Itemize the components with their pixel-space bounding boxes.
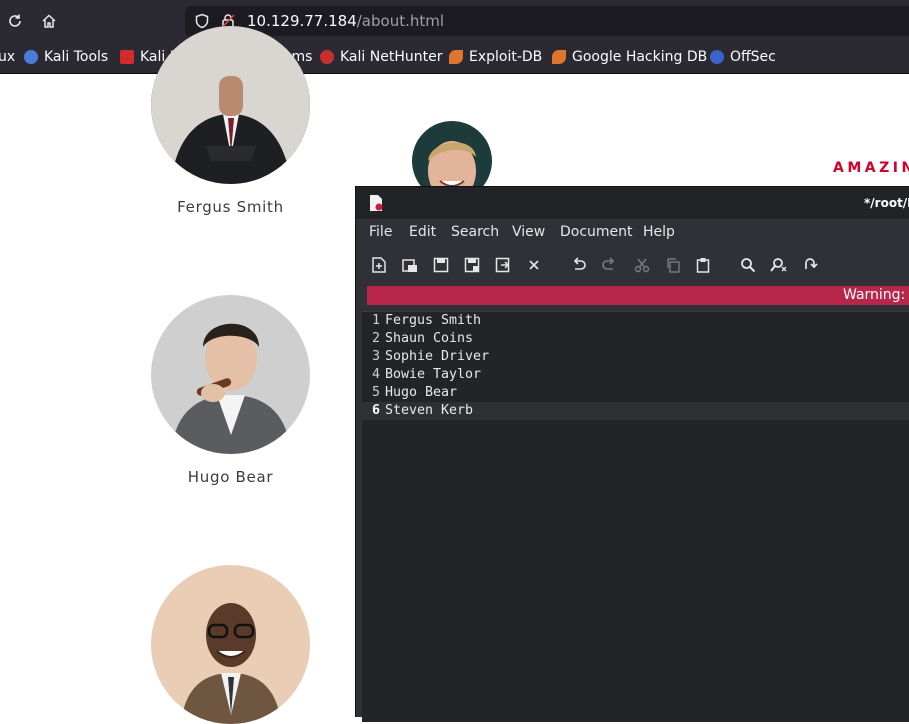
redo-icon[interactable]: [599, 255, 619, 275]
editor-line[interactable]: 4 Bowie Taylor: [362, 366, 909, 384]
editor-line[interactable]: 3 Sophie Driver: [362, 348, 909, 366]
bookmark-label: ux: [0, 49, 16, 65]
bookmark-label: Kali NetHunter: [340, 49, 443, 65]
bookmark-label: Kali Tools: [44, 49, 109, 65]
bookmark-google-hacking-db[interactable]: Google Hacking DB: [552, 47, 707, 67]
bookmark-label: OffSec: [730, 49, 776, 65]
bookmark-ux[interactable]: ux: [0, 47, 15, 67]
kali-nethunter-icon: [320, 50, 334, 64]
menu-file[interactable]: File: [369, 224, 392, 240]
text-editor-window: */root/D File Edit Search View Document …: [355, 186, 909, 722]
menu-document[interactable]: Document: [560, 224, 633, 240]
editor-menubar: File Edit Search View Document Help: [356, 219, 909, 247]
editor-app-icon: [366, 193, 386, 213]
bookmark-label: Exploit-DB: [469, 49, 543, 65]
menu-search[interactable]: Search: [451, 224, 499, 240]
line-number: 3: [372, 349, 381, 364]
line-text[interactable]: Hugo Bear: [385, 384, 457, 402]
new-document-icon[interactable]: [369, 255, 389, 275]
avatar-hugo-bear: [151, 295, 310, 454]
line-number: 5: [372, 385, 381, 400]
editor-line[interactable]: 1 Fergus Smith: [362, 312, 909, 330]
banner-heading: AMAZIN: [833, 160, 909, 176]
line-text[interactable]: Shaun Coins: [385, 330, 473, 348]
line-text[interactable]: Steven Kerb: [385, 402, 473, 420]
menu-help[interactable]: Help: [643, 224, 675, 240]
bookmark-label: Google Hacking DB: [572, 49, 708, 65]
person-name-fergus-smith: Fergus Smith: [177, 198, 284, 216]
url-bar[interactable]: 10.129.77.184/about.html: [185, 6, 909, 36]
browser-toolbar: 10.129.77.184/about.html: [0, 0, 909, 42]
bookmark-kali-tools[interactable]: Kali Tools: [24, 47, 108, 67]
editor-line[interactable]: 2 Shaun Coins: [362, 330, 909, 348]
avatar-third-person: [151, 565, 310, 724]
find-icon[interactable]: [738, 255, 758, 275]
save-icon[interactable]: [431, 255, 451, 275]
editor-titlebar[interactable]: */root/D: [356, 187, 909, 219]
close-icon[interactable]: [524, 255, 544, 275]
undo-icon[interactable]: [569, 255, 589, 275]
url-path: /about.html: [356, 12, 445, 30]
menu-edit[interactable]: Edit: [409, 224, 436, 240]
ghdb-icon: [552, 50, 566, 64]
editor-toolbar: [356, 249, 909, 281]
save-as-icon[interactable]: [462, 255, 482, 275]
goto-line-icon[interactable]: [800, 255, 820, 275]
copy-icon[interactable]: [663, 255, 683, 275]
editor-line[interactable]: 5 Hugo Bear: [362, 384, 909, 402]
exploit-db-icon: [449, 50, 463, 64]
url-text[interactable]: 10.129.77.184/about.html: [247, 12, 444, 30]
line-text[interactable]: Fergus Smith: [385, 312, 481, 330]
find-replace-icon[interactable]: [769, 255, 789, 275]
menu-view[interactable]: View: [512, 224, 545, 240]
offsec-icon: [710, 50, 724, 64]
avatar-fergus-smith: [151, 26, 310, 184]
home-icon[interactable]: [38, 10, 60, 32]
url-host: 10.129.77.184: [247, 12, 357, 30]
reload-icon[interactable]: [4, 10, 26, 32]
person-name-hugo-bear: Hugo Bear: [187, 468, 274, 486]
warning-text: Warning: y: [843, 287, 909, 303]
bookmark-offsec[interactable]: OffSec: [710, 47, 776, 67]
bookmark-kali-nethunter[interactable]: Kali NetHunter: [320, 47, 442, 67]
line-number: 4: [372, 367, 381, 382]
line-text[interactable]: Bowie Taylor: [385, 366, 481, 384]
editor-line-current[interactable]: 6 Steven Kerb: [362, 402, 909, 420]
line-text[interactable]: Sophie Driver: [385, 348, 489, 366]
new-window-icon[interactable]: [400, 255, 420, 275]
kali-tools-icon: [24, 50, 38, 64]
cut-icon[interactable]: [632, 255, 652, 275]
warning-infobar: Warning: y: [367, 286, 909, 305]
line-number: 6: [372, 403, 381, 418]
line-number: 2: [372, 331, 381, 346]
bookmark-exploit-db[interactable]: Exploit-DB: [449, 47, 542, 67]
kali-docs-icon: [120, 50, 134, 64]
bookmarks-bar: ux Kali Tools Kali Docs Kali Forums Kali…: [0, 42, 909, 74]
editor-text-area[interactable]: 1 Fergus Smith 2 Shaun Coins 3 Sophie Drive…: [362, 311, 909, 722]
line-number: 1: [372, 313, 381, 328]
paste-icon[interactable]: [693, 255, 713, 275]
editor-title: */root/D: [864, 196, 909, 210]
reload-document-icon[interactable]: [493, 255, 513, 275]
